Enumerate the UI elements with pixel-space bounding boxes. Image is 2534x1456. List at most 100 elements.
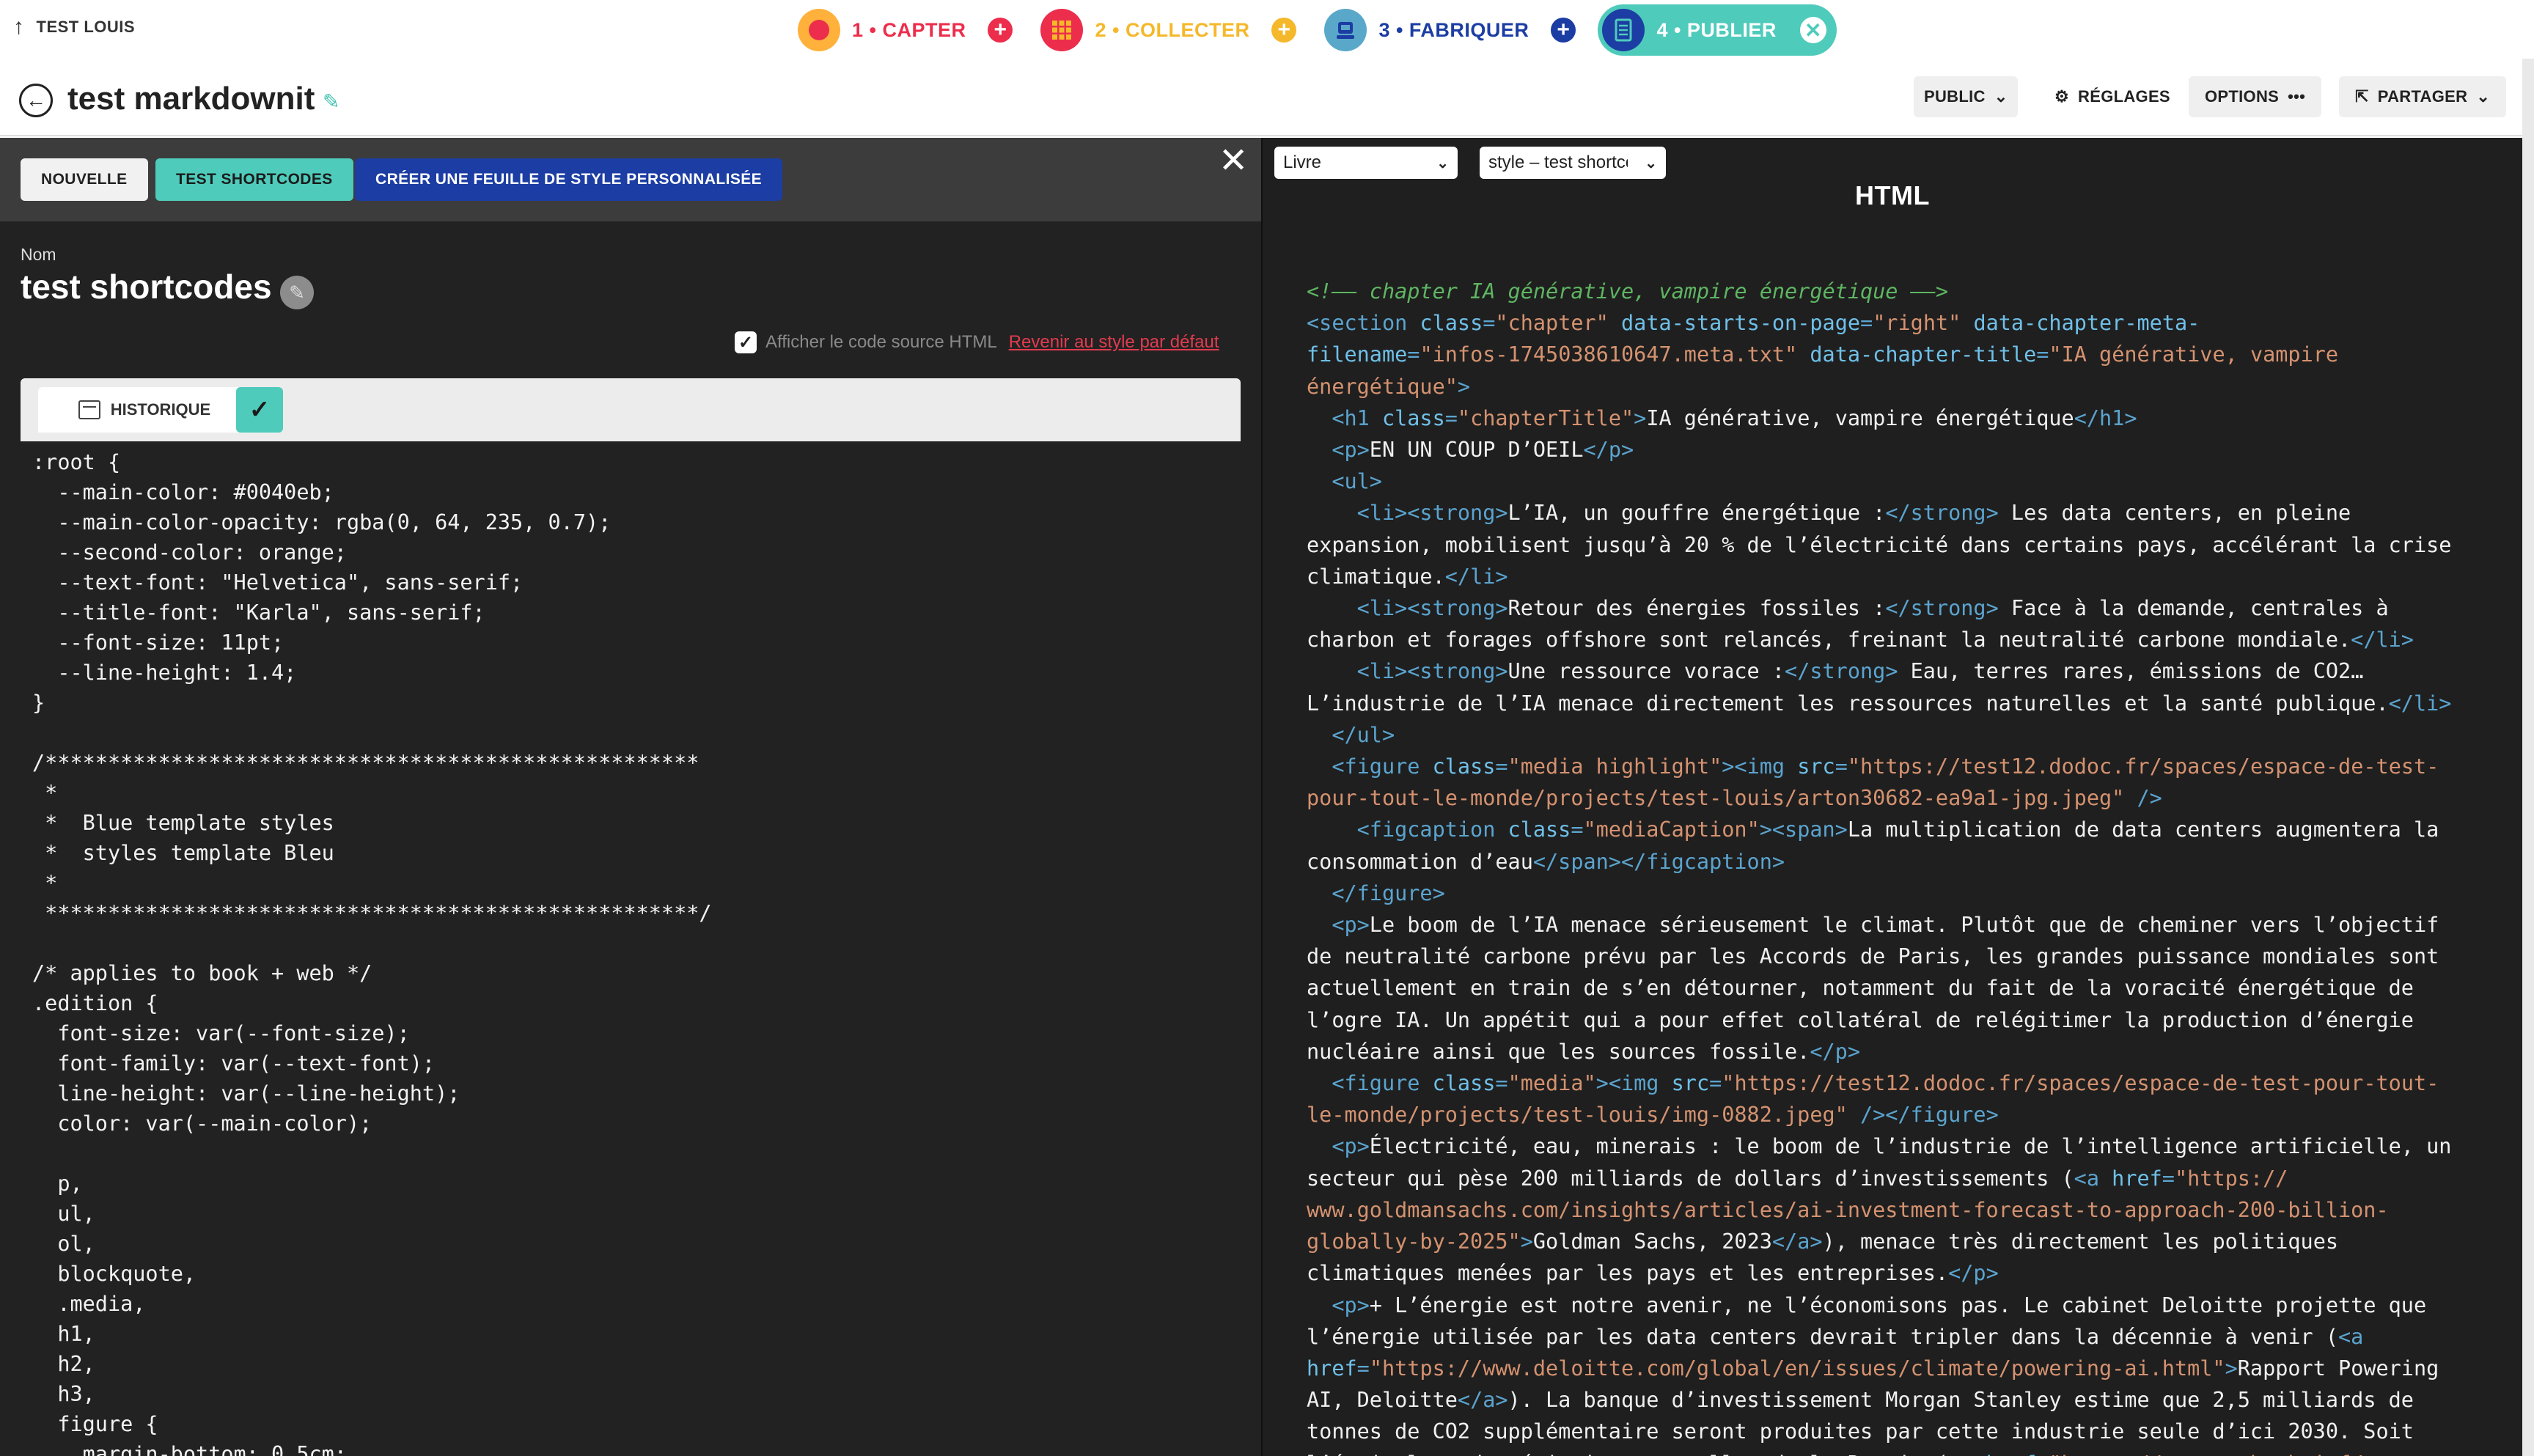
- chevron-down-icon: ⌄: [1645, 155, 1657, 172]
- html-source-line: <p>+ L’énergie est notre avenir, ne l’éc…: [1307, 1293, 2427, 1317]
- html-source-line: <ul>: [1307, 469, 1382, 494]
- machine-icon: [1324, 9, 1367, 51]
- style-tab-test-shortcodes[interactable]: TEST SHORTCODES: [155, 158, 353, 201]
- style-select-value: style – test shortcodes: [1488, 152, 1628, 172]
- html-source-line: </ul>: [1307, 722, 1395, 747]
- settings-label: RÉGLAGES: [2078, 87, 2170, 106]
- options-label: OPTIONS: [2205, 87, 2280, 106]
- step-capter-label: 1 • CAPTER: [852, 18, 966, 41]
- close-icon[interactable]: ✕: [1799, 17, 1826, 43]
- stylesheet-editor-panel: NOUVELLE TEST SHORTCODES CRÉER UNE FEUIL…: [0, 138, 1261, 1456]
- html-source-line: <li><strong>Retour des énergies fossiles…: [1307, 596, 2389, 621]
- scrollbar[interactable]: [2522, 59, 2534, 1456]
- html-source-line: filename="infos-1745038610647.meta.txt" …: [1307, 342, 2339, 367]
- html-source-line: AI, Deloitte</a>). La banque d’investiss…: [1307, 1388, 2414, 1413]
- options-button[interactable]: OPTIONS •••: [2189, 76, 2322, 117]
- name-field-label: Nom: [21, 245, 56, 264]
- reset-style-link[interactable]: Revenir au style par défaut: [1009, 332, 1219, 353]
- html-source-line: charbon et forages offshore sont relancé…: [1307, 628, 2414, 652]
- css-code-text[interactable]: :root { --main-color: #0040eb; --main-co…: [32, 447, 1229, 1456]
- html-source-line: consommation d’eau</span></figcaption>: [1307, 849, 1785, 874]
- html-source-line: tonnes de CO2 supplémentaire seront prod…: [1307, 1419, 2414, 1444]
- add-collecter-button[interactable]: +: [1271, 18, 1297, 43]
- gear-icon: ⚙: [2054, 87, 2070, 106]
- workflow-steps: 1 • CAPTER + 2 • COLLECTER + 3 • FABRIQU…: [790, 4, 1837, 56]
- document-header: ← test markdownit ✎ PUBLIC ⌄ ⚙ RÉGLAGES …: [0, 59, 2534, 136]
- create-custom-stylesheet-button[interactable]: CRÉER UNE FEUILLE DE STYLE PERSONNALISÉE: [355, 158, 783, 201]
- html-source-line: <p>Électricité, eau, minerais : le boom …: [1307, 1134, 2452, 1159]
- chevron-down-icon: ⌄: [1994, 87, 2008, 106]
- arrow-up-icon: ↑: [13, 15, 25, 39]
- add-capter-button[interactable]: +: [988, 18, 1013, 43]
- step-publier-label: 4 • PUBLIER: [1656, 18, 1777, 41]
- style-select[interactable]: style – test shortcodes ⌄: [1480, 147, 1666, 179]
- close-preview-icon[interactable]: ✕: [1219, 144, 1248, 179]
- top-navigation: ↑ TEST LOUIS 1 • CAPTER + 2 • COLLECTER …: [0, 0, 2534, 59]
- show-source-checkbox[interactable]: ✓: [735, 331, 757, 353]
- back-arrow-icon[interactable]: ←: [19, 84, 53, 117]
- step-fabriquer[interactable]: 3 • FABRIQUER +: [1317, 4, 1583, 56]
- share-button[interactable]: ⇱ PARTAGER ⌄: [2339, 76, 2507, 117]
- editor-header: HISTORIQUE ✓: [21, 378, 1241, 441]
- history-label: HISTORIQUE: [110, 400, 211, 419]
- page-title: test markdownit: [67, 81, 315, 117]
- step-collecter[interactable]: 2 • COLLECTER +: [1033, 4, 1304, 56]
- html-source-line: pour-tout-le-monde/projects/test-louis/a…: [1307, 786, 2162, 811]
- html-source-line: <h1 class="chapterTitle">IA générative, …: [1307, 405, 2137, 430]
- html-source-line: globally-by-2025">Goldman Sachs, 2023</a…: [1307, 1229, 2339, 1254]
- step-publier[interactable]: 4 • PUBLIER ✕: [1598, 4, 1837, 56]
- html-source-line: de neutralité carbone prévu par les Acco…: [1307, 944, 2439, 969]
- archive-icon: [78, 400, 100, 419]
- step-capter[interactable]: 1 • CAPTER +: [790, 4, 1020, 56]
- html-source-line: <li><strong>Une ressource vorace :</stro…: [1307, 659, 2364, 684]
- more-dots-icon: •••: [2288, 87, 2306, 106]
- html-source-line: href="https://www.deloitte.com/global/en…: [1307, 1356, 2439, 1380]
- html-source-line: expansion, mobilisent jusqu’à 20 % de l’…: [1307, 532, 2452, 557]
- style-name: test shortcodes: [21, 268, 272, 306]
- chevron-down-icon: ⌄: [1436, 155, 1449, 172]
- html-source-line: l’énergie utilisée par les data centers …: [1307, 1324, 2364, 1349]
- html-source-line: l’ogre IA. Un appétit qui a pour effet c…: [1307, 1007, 2414, 1032]
- css-code-editor[interactable]: :root { --main-color: #0040eb; --main-co…: [21, 441, 1241, 1456]
- format-select[interactable]: Livre ⌄: [1274, 147, 1458, 179]
- html-source-line: <figcaption class="mediaCaption"><span>L…: [1307, 817, 2439, 842]
- step-collecter-label: 2 • COLLECTER: [1095, 18, 1250, 41]
- share-label: PARTAGER: [2377, 87, 2468, 106]
- html-source-line: <!—— chapter IA générative, vampire éner…: [1307, 279, 1949, 304]
- publish-icon: [1602, 9, 1645, 51]
- html-source-line: climatique.</li>: [1307, 564, 1508, 589]
- step-fabriquer-label: 3 • FABRIQUER: [1378, 18, 1529, 41]
- history-button[interactable]: HISTORIQUE: [38, 387, 251, 433]
- visibility-label: PUBLIC: [1924, 87, 1986, 106]
- show-source-option: ✓ Afficher le code source HTML Revenir a…: [735, 331, 1219, 353]
- html-source-line: L’industrie de l’IA menace directement l…: [1307, 691, 2452, 716]
- save-check-button[interactable]: ✓: [236, 387, 283, 433]
- html-source-line: <figure class="media highlight"><img src…: [1307, 754, 2439, 779]
- html-heading: HTML: [1855, 180, 1930, 210]
- share-icon: ⇱: [2355, 87, 2369, 106]
- html-source-line: www.goldmansachs.com/insights/articles/a…: [1307, 1197, 2389, 1222]
- html-source-line: <figure class="media"><img src="https://…: [1307, 1071, 2439, 1096]
- settings-button[interactable]: ⚙ RÉGLAGES: [2038, 76, 2186, 117]
- new-style-button[interactable]: NOUVELLE: [21, 158, 148, 201]
- html-source-line: <li><strong>L’IA, un gouffre énergétique…: [1307, 501, 2351, 526]
- html-source-line: <p>Le boom de l’IA menace sérieusement l…: [1307, 913, 2439, 938]
- html-source-line: <section class="chapter" data-starts-on-…: [1307, 311, 2200, 336]
- capture-icon: [798, 9, 840, 51]
- visibility-dropdown[interactable]: PUBLIC ⌄: [1914, 76, 2019, 117]
- pencil-icon[interactable]: ✎: [323, 89, 339, 114]
- show-source-label: Afficher le code source HTML: [765, 332, 997, 352]
- format-select-value: Livre: [1283, 152, 1322, 172]
- html-source-line: énergétique">: [1307, 374, 1471, 399]
- add-fabriquer-button[interactable]: +: [1551, 18, 1576, 43]
- project-name: TEST LOUIS: [36, 18, 136, 36]
- html-source-view: <!—— chapter IA générative, vampire éner…: [1307, 276, 2494, 1456]
- html-source-line: secteur qui pèse 200 milliards de dollar…: [1307, 1166, 2288, 1191]
- html-source-line: actuellement en train de s’en détourner,…: [1307, 976, 2414, 1001]
- back-to-project-link[interactable]: ↑ TEST LOUIS: [13, 16, 135, 38]
- stylesheet-toolbar: NOUVELLE TEST SHORTCODES CRÉER UNE FEUIL…: [0, 138, 1261, 221]
- html-source-line: <p>EN UN COUP D’OEIL</p>: [1307, 438, 1634, 463]
- html-source-line: </figure>: [1307, 880, 1445, 905]
- html-source-line: l’équivalent des émissions annuelles de …: [1307, 1448, 2494, 1456]
- edit-name-pencil-icon[interactable]: ✎: [280, 276, 314, 309]
